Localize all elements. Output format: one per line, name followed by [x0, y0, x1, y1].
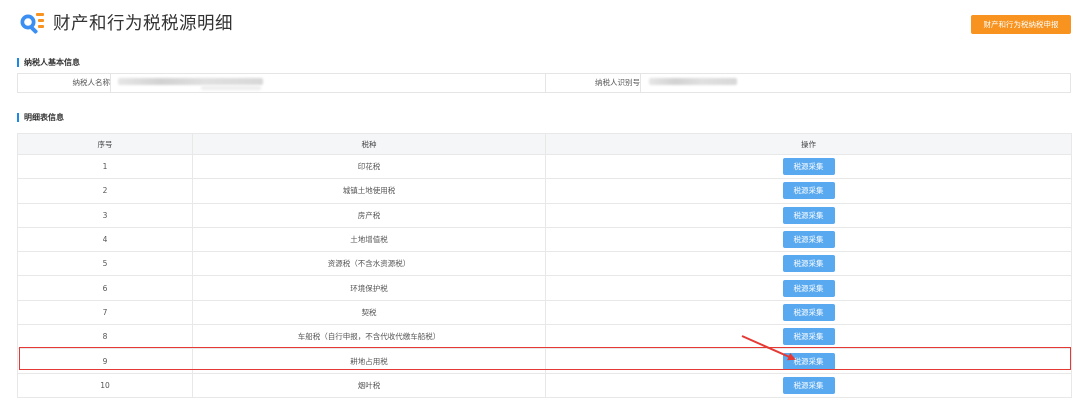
- tax-name: 土地增值税: [192, 226, 546, 253]
- collect-source-button[interactable]: 税源采集: [782, 231, 835, 249]
- action-cell: 税源采集: [545, 324, 1072, 350]
- taxpayer-name-value: [110, 74, 546, 92]
- row-number: 5: [17, 251, 193, 277]
- row-number: 10: [17, 372, 193, 398]
- tax-name: 资源税（不含水资源税）: [192, 251, 546, 277]
- redacted-name-bar-2: [201, 86, 261, 90]
- row-number: 4: [17, 226, 193, 253]
- column-header-action: 操作: [545, 133, 1072, 155]
- row-number: 9: [17, 348, 193, 374]
- taxpayer-info-section-title: 纳税人基本信息: [17, 58, 80, 67]
- taxpayer-id-label: 纳税人识别号: [595, 78, 640, 87]
- row-number: 2: [17, 178, 193, 204]
- search-list-icon: [20, 13, 44, 34]
- tax-name: 印花税: [192, 153, 546, 180]
- collect-source-button[interactable]: 税源采集: [782, 279, 835, 297]
- column-header-no: 序号: [17, 133, 193, 155]
- collect-source-button[interactable]: 税源采集: [782, 158, 835, 176]
- tax-name: 环境保护税: [192, 275, 546, 301]
- action-cell: 税源采集: [545, 226, 1072, 253]
- taxpayer-info-box: 纳税人名称 纳税人识别号: [17, 73, 1071, 93]
- collect-source-button[interactable]: 税源采集: [782, 328, 835, 346]
- taxpayer-name-label: 纳税人名称: [72, 78, 111, 87]
- collect-source-button[interactable]: 税源采集: [782, 376, 835, 394]
- collect-source-button[interactable]: 税源采集: [782, 303, 835, 321]
- action-cell: 税源采集: [545, 153, 1072, 180]
- table-row: 3 房产税 税源采集: [17, 202, 1072, 228]
- tax-declaration-button[interactable]: 财产和行为税纳税申报: [971, 15, 1071, 34]
- page-title: 财产和行为税税源明细: [53, 14, 233, 34]
- table-row: 5 资源税（不含水资源税） 税源采集: [17, 251, 1072, 277]
- action-cell: 税源采集: [545, 275, 1072, 301]
- table-row: 4 土地增值税 税源采集: [17, 226, 1072, 253]
- action-cell: 税源采集: [545, 251, 1072, 277]
- action-cell: 税源采集: [545, 372, 1072, 398]
- row-number: 8: [17, 324, 193, 350]
- collect-source-button[interactable]: 税源采集: [782, 255, 835, 273]
- table-row: 7 契税 税源采集: [17, 299, 1072, 326]
- tax-name: 房产税: [192, 202, 546, 228]
- collect-source-button[interactable]: 税源采集: [782, 352, 835, 370]
- row-number: 6: [17, 275, 193, 301]
- tax-name: 烟叶税: [192, 372, 546, 398]
- table-row: 9 耕地占用税 税源采集: [17, 348, 1072, 374]
- row-number: 3: [17, 202, 193, 228]
- row-number: 7: [17, 299, 193, 326]
- action-cell: 税源采集: [545, 299, 1072, 326]
- page-header: 财产和行为税税源明细 财产和行为税纳税申报: [0, 0, 1080, 48]
- detail-info-section-title: 明细表信息: [17, 113, 64, 122]
- collect-source-button[interactable]: 税源采集: [782, 182, 835, 200]
- table-row: 6 环境保护税 税源采集: [17, 275, 1072, 301]
- table-row: 2 城镇土地使用税 税源采集: [17, 178, 1072, 204]
- column-header-tax: 税种: [192, 133, 546, 155]
- tax-name: 耕地占用税: [192, 348, 546, 374]
- redacted-name-bar: [118, 78, 263, 85]
- table-row: 1 印花税 税源采集: [17, 153, 1072, 180]
- redacted-id-bar: [649, 78, 737, 85]
- tax-name: 车船税（自行申报，不含代收代缴车船税）: [192, 324, 546, 350]
- action-cell: 税源采集: [545, 178, 1072, 204]
- tax-name: 契税: [192, 299, 546, 326]
- action-cell: 税源采集: [545, 348, 1072, 374]
- taxpayer-id-value: [640, 74, 1071, 92]
- tax-name: 城镇土地使用税: [192, 178, 546, 204]
- row-number: 1: [17, 153, 193, 180]
- table-header-row: 序号 税种 操作: [17, 133, 1072, 155]
- table-row: 8 车船税（自行申报，不含代收代缴车船税） 税源采集: [17, 324, 1072, 350]
- tax-detail-table: 序号 税种 操作 1 印花税 税源采集 2 城镇土地使用税 税源采集 3 房产税…: [17, 133, 1072, 398]
- table-row: 10 烟叶税 税源采集: [17, 372, 1072, 398]
- action-cell: 税源采集: [545, 202, 1072, 228]
- collect-source-button[interactable]: 税源采集: [782, 206, 835, 224]
